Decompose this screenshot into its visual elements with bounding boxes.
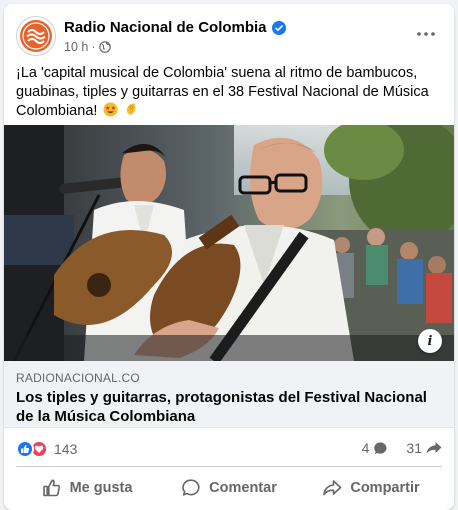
verified-badge-icon xyxy=(271,20,286,35)
like-reaction-icon xyxy=(16,440,34,458)
post-text-body: ¡La 'capital musical de Colombia' suena … xyxy=(16,65,429,119)
musicians-photo xyxy=(4,125,454,361)
comments-count[interactable]: 4 xyxy=(362,440,370,456)
page-name-row: Radio Nacional de Colombia xyxy=(64,19,286,36)
like-button-label: Me gusta xyxy=(69,480,133,496)
post-text: ¡La 'capital musical de Colombia' suena … xyxy=(16,64,442,121)
share-arrow-icon xyxy=(426,442,442,454)
post-timestamp[interactable]: 10 h xyxy=(64,40,88,54)
comment-button[interactable]: Comentar xyxy=(158,470,300,506)
post-meta: 10 h · xyxy=(64,40,111,54)
like-button[interactable]: Me gusta xyxy=(16,470,158,506)
post-actions: Me gusta Comentar Compartir xyxy=(16,470,442,506)
thumbs-up-icon xyxy=(42,479,60,497)
info-icon: i xyxy=(427,333,433,349)
post-stats: 143 4 31 xyxy=(16,438,442,460)
actions-divider xyxy=(16,466,442,467)
page-name-link[interactable]: Radio Nacional de Colombia xyxy=(64,19,267,36)
globe-icon xyxy=(98,41,111,53)
reactions-summary[interactable]: 143 xyxy=(16,440,77,458)
reactions-count: 143 xyxy=(54,441,78,457)
comment-icon xyxy=(182,479,200,496)
meta-separator: · xyxy=(91,40,96,54)
link-preview[interactable]: RADIONACIONAL.CO Los tiples y guitarras,… xyxy=(4,361,454,428)
comment-bubble-icon xyxy=(374,441,387,454)
star-struck-emoji-icon xyxy=(103,102,118,117)
post-header: Radio Nacional de Colombia 10 h · xyxy=(16,14,444,58)
share-button[interactable]: Compartir xyxy=(300,470,442,506)
share-icon xyxy=(323,480,342,496)
comment-button-label: Comentar xyxy=(209,480,277,496)
more-options-button[interactable] xyxy=(412,24,440,44)
page-avatar[interactable] xyxy=(16,16,56,56)
share-button-label: Compartir xyxy=(350,480,420,496)
radio-nacional-logo-icon xyxy=(20,20,52,52)
engagement-counts: 4 31 xyxy=(362,440,442,456)
shares-count[interactable]: 31 xyxy=(406,440,422,456)
link-domain: RADIONACIONAL.CO xyxy=(16,371,140,385)
more-dots-icon xyxy=(417,32,435,36)
photo-info-button[interactable]: i xyxy=(418,329,442,353)
post-photo[interactable]: i xyxy=(4,125,454,361)
link-title[interactable]: Los tiples y guitarras, protagonistas de… xyxy=(16,388,436,426)
post-card: Radio Nacional de Colombia 10 h · ¡La 'c… xyxy=(4,4,454,510)
clapping-hands-emoji-icon xyxy=(127,102,136,115)
